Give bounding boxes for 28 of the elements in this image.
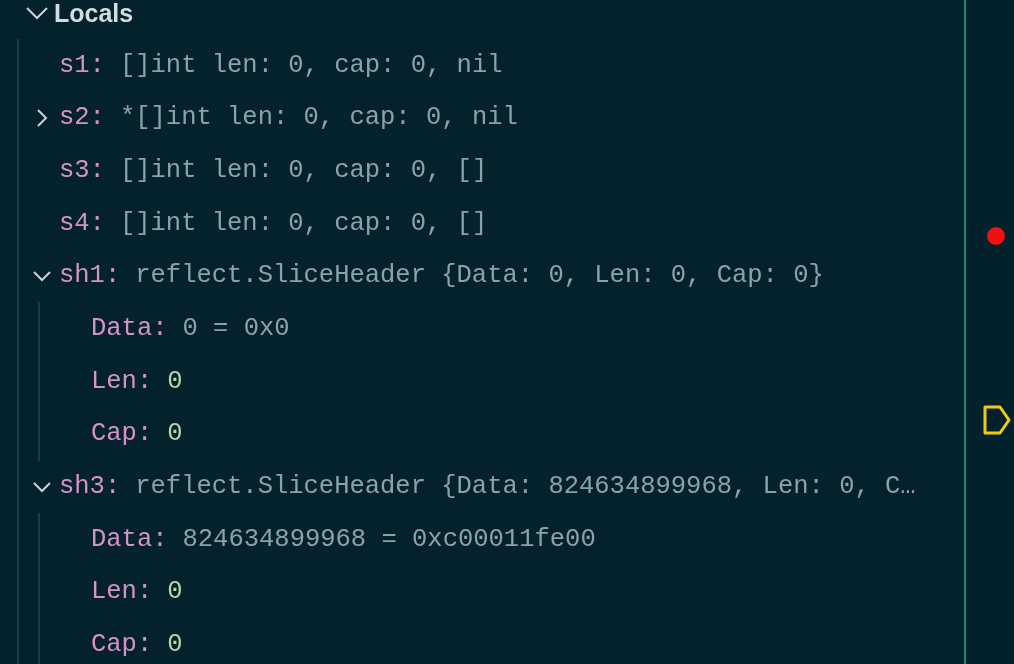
variable-value: 824634899968 = 0xc00011fe00 [182,526,596,553]
variable-name: Data: [91,316,168,342]
variable-value: *[]int len: 0, cap: 0, nil [119,105,518,131]
variable-name: Data: [91,526,168,553]
variable-name: Len: [91,368,153,395]
variable-name: s3: [59,157,105,184]
section-title[interactable]: Locals [54,0,134,26]
variable-value: []int len: 0, cap: 0, [] [119,157,488,184]
variable-value: 0 [167,579,183,605]
variable-name: s4: [59,210,105,237]
current-line-arrow-icon [982,404,1012,436]
chevron-down-icon[interactable] [26,6,48,20]
variable-name: Len: [91,579,153,605]
variable-value: []int len: 0, cap: 0, nil [119,52,503,79]
variable-name: Cap: [91,632,153,658]
variable-value: 0 [167,421,183,447]
breakpoint-icon[interactable] [986,226,1006,246]
variable-value: reflect.SliceHeader {Data: 824634899968, Len: 0, C… [135,474,916,500]
variable-value: reflect.SliceHeader {Data: 0, Len: 0, Cap: 0} [135,263,824,289]
variable-name: Cap: [91,421,153,447]
variable-name: s1: [59,52,105,79]
variable-value: 0 [167,368,183,395]
variable-value: 0 = 0x0 [182,316,290,342]
variable-value: 0 [167,632,183,658]
variable-value: []int len: 0, cap: 0, [] [119,210,488,237]
variable-name: sh1: [59,263,121,289]
variable-name: sh3: [59,474,121,500]
variable-name: s2: [59,105,105,131]
